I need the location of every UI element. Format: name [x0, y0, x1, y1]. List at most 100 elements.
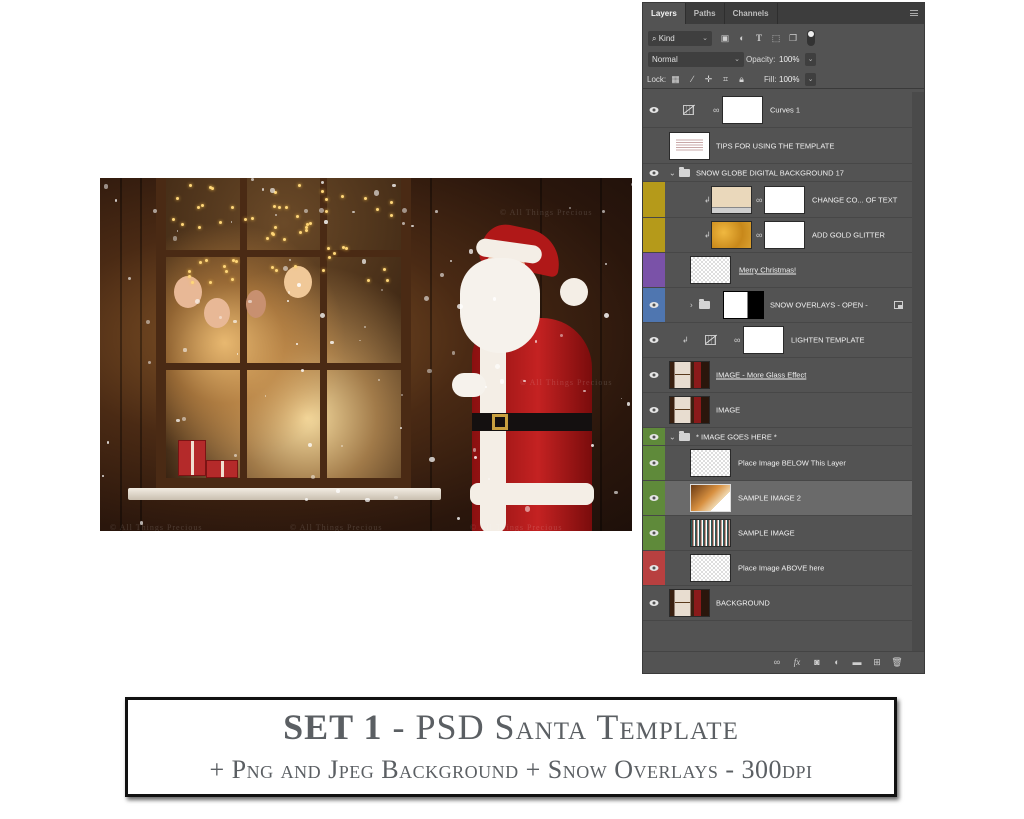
- layer-thumbnail[interactable]: [669, 131, 710, 160]
- layer-mask-thumbnail[interactable]: [723, 291, 764, 319]
- pixel-filter-icon[interactable]: ▣: [719, 32, 731, 44]
- eye-icon[interactable]: [649, 106, 659, 114]
- smart-object-filter-icon[interactable]: ❐: [787, 32, 799, 44]
- window-mullion: [240, 178, 247, 478]
- blend-mode-select[interactable]: Normal ⌄: [648, 52, 744, 67]
- lock-paint-icon[interactable]: ∕: [687, 73, 698, 86]
- fairy-light: [171, 217, 175, 221]
- layer-mask-thumbnail[interactable]: [764, 185, 805, 214]
- tab-layers[interactable]: Layers: [643, 3, 686, 24]
- layer-color-tag: [643, 253, 665, 287]
- fairy-light: [327, 255, 331, 259]
- banner-subtitle: + Png and Jpeg Background + Snow Overlay…: [209, 755, 813, 784]
- fairy-light: [344, 247, 348, 251]
- eye-icon[interactable]: [649, 564, 659, 572]
- eye-icon[interactable]: [649, 529, 659, 537]
- eye-icon[interactable]: [649, 433, 659, 441]
- layer-thumbnail[interactable]: [669, 361, 710, 389]
- layer-row[interactable]: TIPS FOR USING THE TEMPLATE: [643, 128, 913, 164]
- lock-all-icon[interactable]: 🔒︎: [736, 73, 747, 86]
- eye-icon[interactable]: [649, 169, 659, 177]
- new-group-icon[interactable]: ▬: [851, 657, 863, 668]
- opacity-dropdown-button[interactable]: ⌄: [805, 53, 816, 66]
- layer-row[interactable]: ∞ Curves 1: [643, 92, 913, 128]
- snowflake: [620, 397, 623, 400]
- layer-group-row[interactable]: ⌄ SNOW GLOBE DIGITAL BACKGROUND 17: [643, 164, 913, 182]
- filter-toggle[interactable]: [807, 30, 815, 46]
- lock-move-icon[interactable]: ✛: [703, 73, 714, 86]
- chevron-down-icon[interactable]: ⌄: [669, 432, 676, 441]
- chevron-right-icon[interactable]: ›: [690, 301, 693, 310]
- layer-thumbnail[interactable]: [711, 221, 752, 249]
- layer-group-row[interactable]: ⌄ * IMAGE GOES HERE *: [643, 428, 913, 446]
- layer-thumbnail[interactable]: [690, 256, 731, 284]
- eye-icon[interactable]: [649, 371, 659, 379]
- fairy-light: [209, 280, 213, 284]
- layer-mask-thumbnail[interactable]: [743, 326, 784, 354]
- delete-layer-icon[interactable]: 🗑︎: [891, 657, 903, 668]
- layer-thumbnail[interactable]: [669, 396, 710, 424]
- eye-icon[interactable]: [649, 494, 659, 502]
- snowflake: [485, 385, 488, 388]
- layer-row-selected[interactable]: SAMPLE IMAGE 2: [643, 481, 913, 516]
- layer-row[interactable]: Place Image ABOVE here: [643, 551, 913, 586]
- panel-menu-icon[interactable]: [910, 10, 918, 16]
- layer-row[interactable]: Merry Christmas!: [643, 253, 913, 288]
- eye-icon[interactable]: [649, 336, 659, 344]
- santa-glove: [452, 373, 486, 397]
- layer-row[interactable]: Place Image BELOW This Layer: [643, 446, 913, 481]
- tab-channels[interactable]: Channels: [725, 3, 778, 24]
- snowflake: [101, 475, 104, 478]
- new-adjustment-icon[interactable]: ◐: [831, 657, 843, 668]
- type-filter-icon[interactable]: T: [753, 32, 765, 44]
- tab-paths[interactable]: Paths: [686, 3, 725, 24]
- layer-row[interactable]: ↲ ∞ LIGHTEN TEMPLATE: [643, 323, 913, 358]
- watermark: © All Things Precious: [110, 523, 203, 531]
- layer-row[interactable]: SAMPLE IMAGE: [643, 516, 913, 551]
- layer-thumbnail[interactable]: [711, 185, 752, 214]
- snowflake: [582, 389, 586, 393]
- eye-icon[interactable]: [649, 406, 659, 414]
- new-layer-icon[interactable]: ⊞: [871, 657, 883, 668]
- fill-input[interactable]: 100%: [779, 72, 799, 87]
- layer-thumbnail[interactable]: [690, 484, 731, 512]
- adjustment-filter-icon[interactable]: ◐: [736, 32, 748, 44]
- layer-row[interactable]: ↲ ∞ ADD GOLD GLITTER: [643, 218, 913, 253]
- fairy-light: [272, 205, 276, 209]
- eye-icon[interactable]: [649, 599, 659, 607]
- snowflake: [140, 521, 144, 525]
- opacity-input[interactable]: 100%: [779, 52, 803, 67]
- layer-group-row[interactable]: › SNOW OVERLAYS - OPEN -: [643, 288, 913, 323]
- lock-artboard-icon[interactable]: ⌗: [720, 73, 731, 86]
- blend-row: Normal ⌄ Opacity: 100% ⌄: [643, 52, 924, 69]
- fill-dropdown-button[interactable]: ⌄: [805, 73, 816, 86]
- folder-icon: [679, 166, 690, 177]
- wall-plank: [120, 178, 122, 531]
- snowflake: [468, 249, 474, 254]
- snowflake: [127, 276, 132, 281]
- eye-icon[interactable]: [649, 459, 659, 467]
- layers-scrollbar[interactable]: [912, 92, 924, 651]
- chevron-down-icon[interactable]: ⌄: [669, 168, 676, 177]
- layer-thumbnail[interactable]: [690, 519, 731, 547]
- filter-kind-select[interactable]: ⌕ Kind ⌄: [648, 31, 712, 46]
- layer-thumbnail[interactable]: [690, 554, 731, 582]
- layer-row[interactable]: IMAGE - More Glass Effect: [643, 358, 913, 393]
- layer-thumbnail[interactable]: [690, 449, 731, 477]
- layer-mask-thumbnail[interactable]: [764, 221, 805, 249]
- layer-thumbnail[interactable]: [669, 589, 710, 617]
- snowflake: [287, 291, 291, 294]
- fairy-light: [298, 230, 302, 234]
- layer-row[interactable]: BACKGROUND: [643, 586, 913, 621]
- link-layers-icon[interactable]: ∞: [771, 657, 783, 668]
- shape-filter-icon[interactable]: ⬚: [770, 32, 782, 44]
- add-mask-icon[interactable]: ◙: [811, 657, 823, 668]
- eye-icon[interactable]: [649, 301, 659, 309]
- fx-icon[interactable]: fx: [791, 657, 803, 668]
- snowflake: [392, 183, 396, 188]
- layer-row[interactable]: ↲ ∞ CHANGE CO... OF TEXT: [643, 182, 913, 218]
- snowflake: [394, 495, 398, 500]
- layer-row[interactable]: IMAGE: [643, 393, 913, 428]
- layer-mask-thumbnail[interactable]: [722, 95, 763, 124]
- lock-transparent-icon[interactable]: ▦: [670, 73, 681, 86]
